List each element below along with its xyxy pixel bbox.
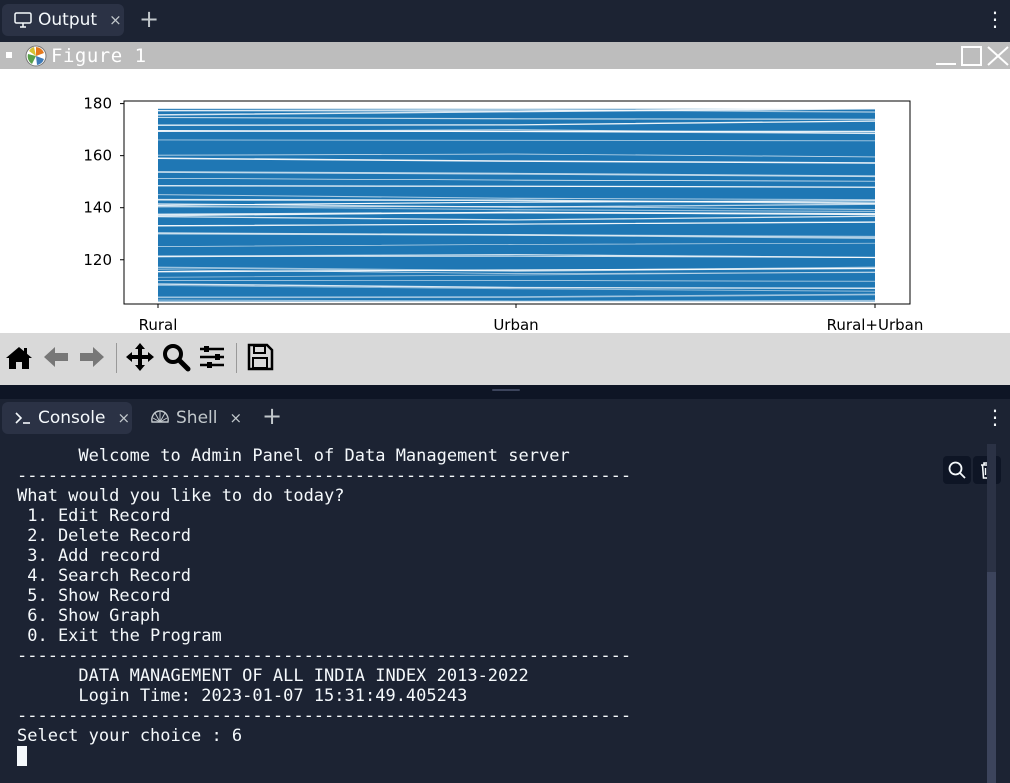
tab-shell[interactable]: Shell × [150,402,242,434]
resize-grip [492,389,520,391]
series-lines [157,107,876,302]
console-scrollbar-thumb[interactable] [987,572,996,783]
figure-title-bar: Figure 1 [0,42,1010,69]
tab-output[interactable]: Output × [2,4,124,36]
console-panel: Console × Shell × + ⋮ Welcome to Admin P… [0,399,1010,783]
figure-toolbar [0,333,1010,385]
close-icon[interactable] [986,45,1010,67]
text-cursor [17,746,27,766]
console-line: ----------------------------------------… [17,646,632,666]
y-tick-label: 140 [83,199,112,217]
close-tab-icon[interactable]: × [109,11,122,29]
maximize-icon[interactable] [960,45,984,67]
matplotlib-logo-icon [25,45,47,67]
tab-console[interactable]: Console × [2,402,132,434]
x-tick-label: Rural [139,316,178,333]
x-tick-label: Rural+Urban [827,316,924,333]
plot-canvas[interactable]: 120 140 160 180 Rural Urban Rural+Urban [0,69,1010,334]
y-tick-label: 160 [83,147,112,165]
y-tick-label: 120 [83,251,112,269]
forward-arrow-icon[interactable] [76,341,108,373]
console-output[interactable]: Welcome to Admin Panel of Data Managemen… [0,444,1010,783]
output-tab-bar: Output × + ⋮ [0,0,1010,42]
minimize-icon[interactable] [934,45,958,67]
figure-title: Figure 1 [51,45,147,67]
terminal-prompt-icon [15,412,30,424]
console-line: DATA MANAGEMENT OF ALL INDIA INDEX 2013-… [17,666,529,686]
panel-resize-handle[interactable] [0,385,1010,399]
zoom-magnifier-icon[interactable] [160,341,192,373]
close-tab-icon[interactable]: × [118,409,131,427]
back-arrow-icon[interactable] [40,341,72,373]
console-line: What would you like to do today? [17,486,345,506]
more-options-icon[interactable]: ⋮ [985,407,1005,427]
console-line: Welcome to Admin Panel of Data Managemen… [17,446,570,466]
tab-output-label: Output [38,10,98,30]
toolbar-separator [236,343,237,373]
monitor-icon [14,12,32,28]
figure-window: Figure 1 120 140 160 180 Rural Urban Rural+Urb… [0,42,1010,385]
save-disk-icon[interactable] [244,341,276,373]
console-line: 4. Search Record [17,566,191,586]
line-chart: 120 140 160 180 Rural Urban Rural+Urban [83,95,924,334]
toolbar-separator [116,343,117,373]
close-tab-icon[interactable]: × [229,409,242,427]
console-line: ----------------------------------------… [17,706,632,726]
window-menu-icon[interactable] [6,52,12,58]
add-tab-button[interactable]: + [262,404,282,428]
shell-icon [151,410,169,423]
console-search-button[interactable] [943,456,971,484]
console-line: Login Time: 2023-01-07 15:31:49.405243 [17,686,468,706]
console-line: 5. Show Record [17,586,171,606]
console-line: 3. Add record [17,546,161,566]
more-options-icon[interactable]: ⋮ [985,9,1005,29]
console-line: 6. Show Graph [17,606,161,626]
console-line: 0. Exit the Program [17,626,222,646]
console-line: Select your choice : 6 [17,726,243,746]
console-line: 2. Delete Record [17,526,191,546]
y-tick-label: 180 [83,95,112,113]
configure-subplots-icon[interactable] [196,341,228,373]
search-icon [948,461,966,479]
x-tick-label: Urban [493,316,538,333]
tab-shell-label: Shell [176,408,218,428]
home-icon[interactable] [3,341,35,373]
pan-move-icon[interactable] [124,341,156,373]
tab-console-label: Console [38,408,106,428]
console-line: 1. Edit Record [17,506,171,526]
add-tab-button[interactable]: + [139,7,159,31]
console-line: ----------------------------------------… [17,466,632,486]
